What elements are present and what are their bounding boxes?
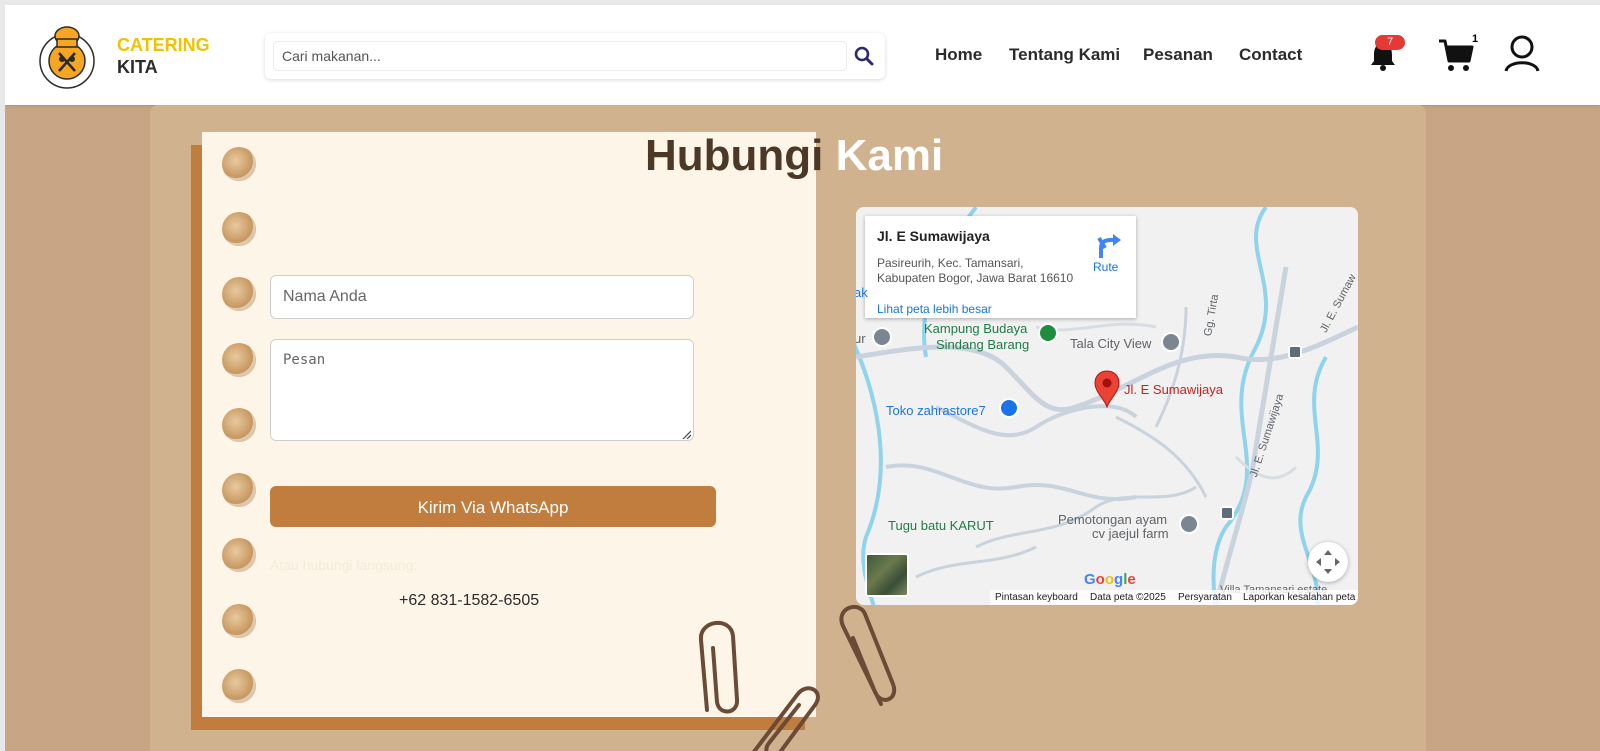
notebook-ring — [222, 669, 256, 703]
phone-number[interactable]: +62 831-1582-6505 — [399, 592, 539, 610]
notebook-ring — [222, 277, 256, 311]
title-word-2: Kami — [835, 131, 944, 180]
nav-contact[interactable]: Contact — [1239, 45, 1302, 65]
place-name: Jl. E Sumawijaya — [877, 228, 990, 244]
map-label-kampung-1[interactable]: Kampung Budaya — [924, 321, 1027, 336]
catering-logo[interactable] — [35, 19, 99, 91]
title-word-1: Hubungi — [645, 131, 824, 180]
notebook-ring — [222, 604, 256, 638]
museum-poi-icon[interactable] — [872, 327, 892, 347]
map-data-credit[interactable]: Data peta ©2025 — [1090, 592, 1166, 603]
map-attribution-bar: Pintasan keyboard Data peta ©2025 Persya… — [990, 590, 1358, 605]
satellite-layer-toggle[interactable] — [865, 553, 909, 597]
notebook-ring — [222, 147, 256, 181]
place-info-card: Jl. E Sumawijaya Pasireurih, Kec. Tamans… — [865, 216, 1136, 318]
google-map-embed[interactable]: Jl. E Sumawijaya Pasireurih, Kec. Tamans… — [856, 207, 1358, 605]
brand-name[interactable]: CATERING KITA — [117, 34, 210, 78]
place-poi-icon[interactable] — [1161, 332, 1181, 352]
paperclip-icon — [699, 620, 739, 714]
nav-tentang-kami[interactable]: Tentang Kami — [1009, 45, 1120, 65]
notebook-ring — [222, 538, 256, 572]
location-pin-icon[interactable] — [1093, 370, 1121, 408]
notebook-ring — [222, 473, 256, 507]
name-input[interactable] — [270, 275, 694, 319]
nav-pesanan[interactable]: Pesanan — [1143, 45, 1213, 65]
resize-handle-icon[interactable] — [681, 429, 691, 439]
top-navbar: CATERING KITA Home Tentang Kami Pesanan … — [5, 5, 1600, 105]
map-label-pemotongan-1[interactable]: Pemotongan ayam — [1058, 512, 1167, 527]
map-label-toko[interactable]: Toko zahrastore7 — [886, 403, 986, 418]
place-poi-icon[interactable] — [1179, 514, 1199, 534]
brand-line-1: CATERING — [117, 35, 210, 55]
map-edge-label: ur — [856, 331, 866, 346]
cart-icon[interactable] — [1437, 37, 1475, 75]
paperclip-icon — [752, 686, 820, 751]
route-label[interactable]: Rute — [1093, 260, 1118, 274]
notebook-ring — [222, 212, 256, 246]
bus-stop-icon[interactable] — [1220, 506, 1234, 520]
map-label-tala[interactable]: Tala City View — [1070, 336, 1151, 351]
fullscreen-icon[interactable] — [1308, 542, 1348, 582]
paperclip-icon — [839, 604, 897, 706]
map-edge-label: ak — [856, 285, 868, 300]
message-textarea[interactable] — [270, 339, 694, 441]
brand-line-2: KITA — [117, 57, 158, 77]
search-icon[interactable] — [851, 43, 877, 69]
bus-stop-icon[interactable] — [1288, 345, 1302, 359]
cart-count: 1 — [1472, 33, 1479, 45]
report-error-link[interactable]: Laporkan kesalahan peta — [1243, 592, 1355, 603]
address-line-1: Pasireurih, Kec. Tamansari, — [877, 256, 1024, 270]
nav-home[interactable]: Home — [935, 45, 982, 65]
page-title: Hubungi Kami — [645, 131, 943, 181]
map-label-pin[interactable]: Jl. E Sumawijaya — [1124, 382, 1223, 397]
user-account-icon[interactable] — [1503, 33, 1541, 73]
map-label-pemotongan-2[interactable]: cv jaejul farm — [1092, 526, 1169, 541]
search-bar — [265, 33, 885, 79]
keyboard-shortcuts-link[interactable]: Pintasan keyboard — [995, 592, 1078, 603]
notebook-ring — [222, 343, 256, 377]
address-line-2: Kabupaten Bogor, Jawa Barat 16610 — [877, 271, 1074, 285]
page-frame: CATERING KITA Home Tentang Kami Pesanan … — [5, 5, 1600, 751]
park-poi-icon[interactable] — [1038, 323, 1058, 343]
search-input[interactable] — [273, 41, 847, 71]
shop-poi-icon[interactable] — [999, 398, 1019, 418]
terms-link[interactable]: Persyaratan — [1178, 592, 1232, 603]
google-logo: Google — [1084, 571, 1136, 588]
map-label-tugu[interactable]: Tugu batu KARUT — [888, 518, 994, 533]
notification-badge: 7 — [1375, 35, 1405, 50]
notebook-ring — [222, 408, 256, 442]
place-address: Pasireurih, Kec. Tamansari, Kabupaten Bo… — [877, 256, 1077, 286]
larger-map-link[interactable]: Lihat peta lebih besar — [877, 302, 992, 316]
direct-contact-label: Atau hubungi langsung: — [270, 557, 418, 573]
send-whatsapp-button[interactable]: Kirim Via WhatsApp — [270, 486, 716, 527]
map-label-kampung-2[interactable]: Sindang Barang — [936, 337, 1029, 352]
